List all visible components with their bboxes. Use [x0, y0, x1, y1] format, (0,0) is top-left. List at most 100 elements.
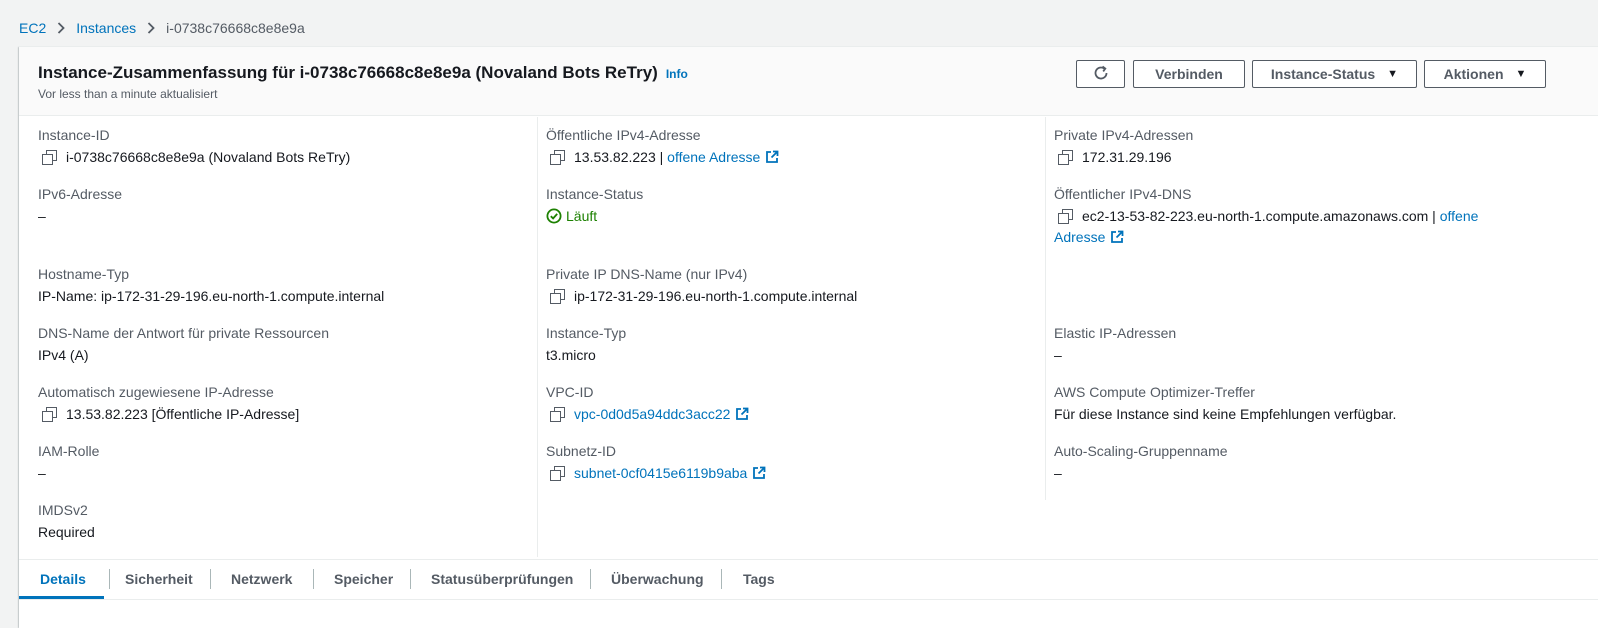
- copy-icon[interactable]: [1058, 209, 1073, 224]
- tab-separator: [313, 569, 314, 589]
- instance-details-grid: Instance-ID i-0738c76668c8e8e9a (Novalan…: [19, 117, 1598, 559]
- field-value: 172.31.29.196: [1054, 149, 1193, 165]
- copy-icon[interactable]: [550, 150, 565, 165]
- open-address-link-part2[interactable]: Adresse: [1054, 229, 1124, 245]
- iam-role-value: –: [38, 465, 46, 481]
- field-label: Hostname-Typ: [38, 266, 130, 282]
- copy-icon[interactable]: [550, 289, 565, 304]
- tab-tags[interactable]: Tags: [743, 560, 775, 598]
- instance-status-dropdown-label: Instance-Status: [1270, 66, 1376, 82]
- field-label: IPv6-Adresse: [38, 186, 123, 202]
- field-label: Instance-Status: [546, 186, 644, 202]
- external-link-icon: [1111, 230, 1124, 243]
- field-value-wrap: Adresse: [1054, 229, 1534, 245]
- subnet-id-link[interactable]: subnet-0cf0415e6119b9aba: [574, 465, 766, 481]
- public-dns-value: ec2-13-53-82-223.eu-north-1.compute.amaz…: [1082, 208, 1429, 224]
- elastic-ip-value: –: [1054, 347, 1062, 363]
- open-address-link[interactable]: offene Adresse: [667, 149, 779, 165]
- field-label: Öffentlicher IPv4-DNS: [1054, 186, 1192, 202]
- check-circle-icon: [546, 208, 562, 224]
- copy-icon[interactable]: [42, 150, 57, 165]
- tab-content-area: [19, 600, 1598, 628]
- field-elastic-ip: Elastic IP-Adressen –: [1054, 325, 1176, 363]
- field-private-ip-dns: Private IP DNS-Name (nur IPv4) ip-172-31…: [546, 266, 857, 304]
- field-subnet-id: Subnetz-ID subnet-0cf0415e6119b9aba: [546, 443, 766, 481]
- caret-down-icon: ▼: [1387, 68, 1399, 80]
- vpc-id-link[interactable]: vpc-0d0d5a94ddc3acc22: [574, 406, 749, 422]
- field-label: Automatisch zugewiesene IP-Adresse: [38, 384, 274, 400]
- ipv6-value: –: [38, 208, 46, 224]
- field-asg-name: Auto-Scaling-Gruppenname –: [1054, 443, 1228, 481]
- field-value: Läuft: [546, 208, 643, 224]
- breadcrumb-instances[interactable]: Instances: [76, 20, 136, 36]
- field-vpc-id: VPC-ID vpc-0d0d5a94ddc3acc22: [546, 384, 749, 422]
- vpc-id-link-label: vpc-0d0d5a94ddc3acc22: [574, 406, 731, 422]
- field-auto-ip: Automatisch zugewiesene IP-Adresse 13.53…: [38, 384, 299, 422]
- page-title: Instance-Zusammenfassung für i-0738c7666…: [38, 63, 688, 83]
- field-iam-role: IAM-Rolle –: [38, 443, 99, 481]
- field-instance-state: Instance-Status Läuft: [546, 186, 643, 224]
- field-dns-answer: DNS-Name der Antwort für private Ressour…: [38, 325, 329, 363]
- field-label: Instance-ID: [38, 127, 110, 143]
- tab-monitoring[interactable]: Überwachung: [611, 560, 704, 598]
- connect-button[interactable]: Verbinden: [1133, 60, 1245, 88]
- copy-icon[interactable]: [42, 407, 57, 422]
- instance-status-dropdown[interactable]: Instance-Status ▼: [1252, 60, 1417, 88]
- field-value: 13.53.82.223 | offene Adresse: [546, 149, 779, 165]
- field-label: IMDSv2: [38, 502, 88, 518]
- refresh-button[interactable]: [1076, 60, 1125, 88]
- caret-down-icon: ▼: [1515, 68, 1527, 80]
- compute-optimizer-value: Für diese Instance sind keine Empfehlung…: [1054, 406, 1397, 422]
- field-label: Auto-Scaling-Gruppenname: [1054, 443, 1228, 459]
- refresh-icon: [1093, 65, 1109, 84]
- field-label: Öffentliche IPv4-Adresse: [546, 127, 701, 143]
- tab-details[interactable]: Details: [40, 560, 86, 598]
- copy-icon[interactable]: [550, 466, 565, 481]
- chevron-right-icon: [46, 22, 76, 34]
- imdsv2-value: Required: [38, 524, 95, 540]
- instance-state-value: Läuft: [566, 208, 598, 224]
- panel-header: Instance-Zusammenfassung für i-0738c7666…: [19, 47, 1598, 116]
- tab-network[interactable]: Netzwerk: [231, 560, 292, 598]
- actions-dropdown[interactable]: Aktionen ▼: [1424, 60, 1546, 88]
- auto-ip-value: 13.53.82.223 [Öffentliche IP-Adresse]: [66, 406, 300, 422]
- dns-answer-value: IPv4 (A): [38, 347, 89, 363]
- hostname-type-value: IP-Name: ip-172-31-29-196.eu-north-1.com…: [38, 288, 385, 304]
- external-link-icon: [766, 150, 779, 163]
- tab-status-checks[interactable]: Statusüberprüfungen: [431, 560, 573, 598]
- column-divider: [537, 117, 538, 557]
- open-address-link-part1[interactable]: offene: [1440, 208, 1479, 224]
- breadcrumb-current-instance: i-0738c76668c8e8e9a: [166, 20, 305, 36]
- detail-tabs: Details Sicherheit Netzwerk Speicher Sta…: [19, 559, 1598, 600]
- field-value: ip-172-31-29-196.eu-north-1.compute.inte…: [546, 288, 857, 304]
- tab-storage[interactable]: Speicher: [334, 560, 393, 598]
- field-label: Instance-Typ: [546, 325, 627, 341]
- private-ipv4-value: 172.31.29.196: [1082, 149, 1172, 165]
- field-instance-type: Instance-Typ t3.micro: [546, 325, 626, 363]
- instance-summary-panel: Instance-Zusammenfassung für i-0738c7666…: [19, 46, 1598, 628]
- copy-icon[interactable]: [1058, 150, 1073, 165]
- tab-security[interactable]: Sicherheit: [125, 560, 193, 598]
- field-label: DNS-Name der Antwort für private Ressour…: [38, 325, 329, 341]
- field-value: 13.53.82.223 [Öffentliche IP-Adresse]: [38, 406, 299, 422]
- instance-id-value: i-0738c76668c8e8e9a (Novaland Bots ReTry…: [66, 149, 351, 165]
- field-value: ec2-13-53-82-223.eu-north-1.compute.amaz…: [1054, 208, 1534, 224]
- private-ip-dns-value: ip-172-31-29-196.eu-north-1.compute.inte…: [574, 288, 858, 304]
- field-public-ipv4: Öffentliche IPv4-Adresse 13.53.82.223 | …: [546, 127, 779, 165]
- status-badge: Läuft: [546, 208, 597, 224]
- tab-separator: [109, 569, 110, 589]
- asg-name-value: –: [1054, 465, 1062, 481]
- field-imdsv2: IMDSv2 Required: [38, 502, 95, 540]
- field-ipv6: IPv6-Adresse –: [38, 186, 122, 224]
- instance-type-value: t3.micro: [546, 347, 596, 363]
- breadcrumb-ec2[interactable]: EC2: [19, 20, 46, 36]
- external-link-icon: [753, 466, 766, 479]
- field-label: Private IPv4-Adressen: [1054, 127, 1194, 143]
- copy-icon[interactable]: [550, 407, 565, 422]
- tab-separator: [410, 569, 411, 589]
- separator-text: |: [1428, 208, 1440, 224]
- column-divider: [1045, 117, 1046, 500]
- public-ipv4-value: 13.53.82.223: [574, 149, 656, 165]
- info-link[interactable]: Info: [666, 67, 688, 81]
- field-label: AWS Compute Optimizer-Treffer: [1054, 384, 1255, 400]
